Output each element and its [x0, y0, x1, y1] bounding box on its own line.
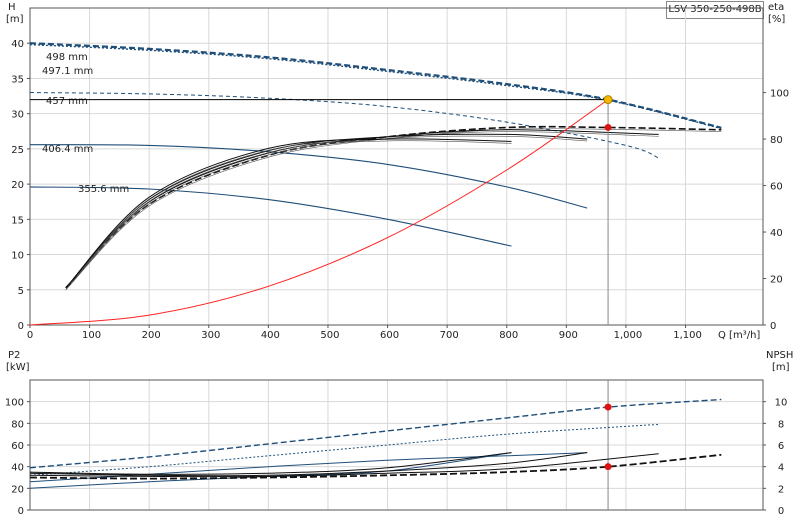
eta-curve-0: [65, 125, 722, 289]
h-tick-label: 0: [18, 321, 24, 332]
eta-tick-label: 0: [770, 321, 776, 332]
eta-tick-label: 60: [770, 182, 783, 193]
head-curve-label: 355.6 mm: [78, 184, 129, 195]
p2-axis-label: P2: [8, 350, 20, 361]
p2-tick-label: 40: [11, 463, 24, 474]
npsh-axis-unit: [m]: [772, 362, 790, 373]
q-tick-label: 500: [320, 330, 339, 341]
q-tick-label: 300: [201, 330, 220, 341]
duty-point-p2-marker: [604, 403, 612, 411]
h-tick-label: 20: [11, 180, 24, 191]
duty-point-head-marker: [603, 95, 613, 105]
npsh-tick-label: 6: [778, 441, 784, 452]
h-tick-label: 10: [11, 251, 24, 262]
p2-tick-label: 20: [11, 484, 24, 495]
h-tick-label: 30: [11, 110, 24, 121]
head-curve-label: 406.4 mm: [42, 144, 93, 155]
h-tick-label: 15: [11, 215, 24, 226]
eta-curve-shadow-1: [65, 131, 659, 290]
eta-tick-label: 80: [770, 135, 783, 146]
duty-point-npsh-marker: [604, 463, 612, 471]
npsh-tick-label: 4: [778, 463, 784, 474]
npsh-axis-label: NPSH: [766, 350, 793, 361]
npsh-tick-label: 10: [775, 398, 788, 409]
eta-tick-label: 40: [770, 228, 783, 239]
head-curve-label: 498 mm: [46, 52, 88, 63]
head-curve-label: 497.1 mm: [42, 66, 93, 77]
q-tick-label: 800: [499, 330, 518, 341]
eta-curve-3: [65, 138, 512, 289]
q-tick-label: 200: [142, 330, 161, 341]
p2-tick-label: 100: [5, 398, 24, 409]
h-axis-label: H: [8, 2, 16, 13]
q-tick-label: 900: [559, 330, 578, 341]
h-tick-label: 40: [11, 39, 24, 50]
chart-svg: 05101520253035400204060801000 100 200 300 40…: [5, 2, 793, 517]
head-curve-label: 457 mm: [46, 96, 88, 107]
head-curve-4: [29, 186, 512, 247]
p2-tick-label: 0: [18, 506, 24, 517]
pump-curve-chart: LSV 350-250-498B 0 5 10 15 20 25 30 35 40 0 20 40 60…: [0, 0, 800, 520]
q-tick-label: 1,000: [614, 330, 643, 341]
power-curve-2: [29, 452, 588, 483]
q-tick-label: 1,100: [673, 330, 702, 341]
h-tick-label: 35: [11, 74, 24, 85]
p2-tick-label: 80: [11, 419, 24, 430]
q-axis-label: Q [m³/h]: [718, 330, 760, 341]
power-curve-1: [29, 423, 659, 476]
head-curve-1: [29, 43, 722, 130]
q-tick-label: 100: [82, 330, 101, 341]
eta-tick-label: 20: [770, 275, 783, 286]
q-tick-label: 700: [440, 330, 459, 341]
q-tick-label: 400: [261, 330, 280, 341]
power-curve-0: [29, 398, 722, 469]
head-curve-3: [29, 144, 588, 209]
h-axis-unit: [m]: [6, 14, 24, 25]
head-curve-2: [29, 92, 659, 159]
eta-curve-1: [65, 129, 659, 289]
q-tick-label: 0: [27, 330, 33, 341]
upper-plot-frame: [29, 7, 764, 326]
eta-axis-label: eta: [768, 2, 784, 13]
npsh-tick-label: 8: [778, 419, 784, 430]
duty-point-eta-marker: [604, 123, 612, 131]
h-tick-label: 25: [11, 145, 24, 156]
system-curve: [29, 99, 609, 326]
eta-curve-shadow-0: [65, 128, 722, 290]
npsh-tick-label: 0: [778, 506, 784, 517]
head-curve-0: [29, 42, 722, 129]
eta-curve-shadow-2: [65, 135, 588, 290]
h-tick-label: 5: [18, 286, 24, 297]
q-tick-label: 600: [380, 330, 399, 341]
eta-tick-label: 100: [770, 89, 789, 100]
p2-tick-label: 60: [11, 441, 24, 452]
npsh-tick-label: 2: [778, 484, 784, 495]
p2-axis-unit: [kW]: [6, 362, 30, 373]
eta-axis-unit: [%]: [768, 14, 785, 25]
